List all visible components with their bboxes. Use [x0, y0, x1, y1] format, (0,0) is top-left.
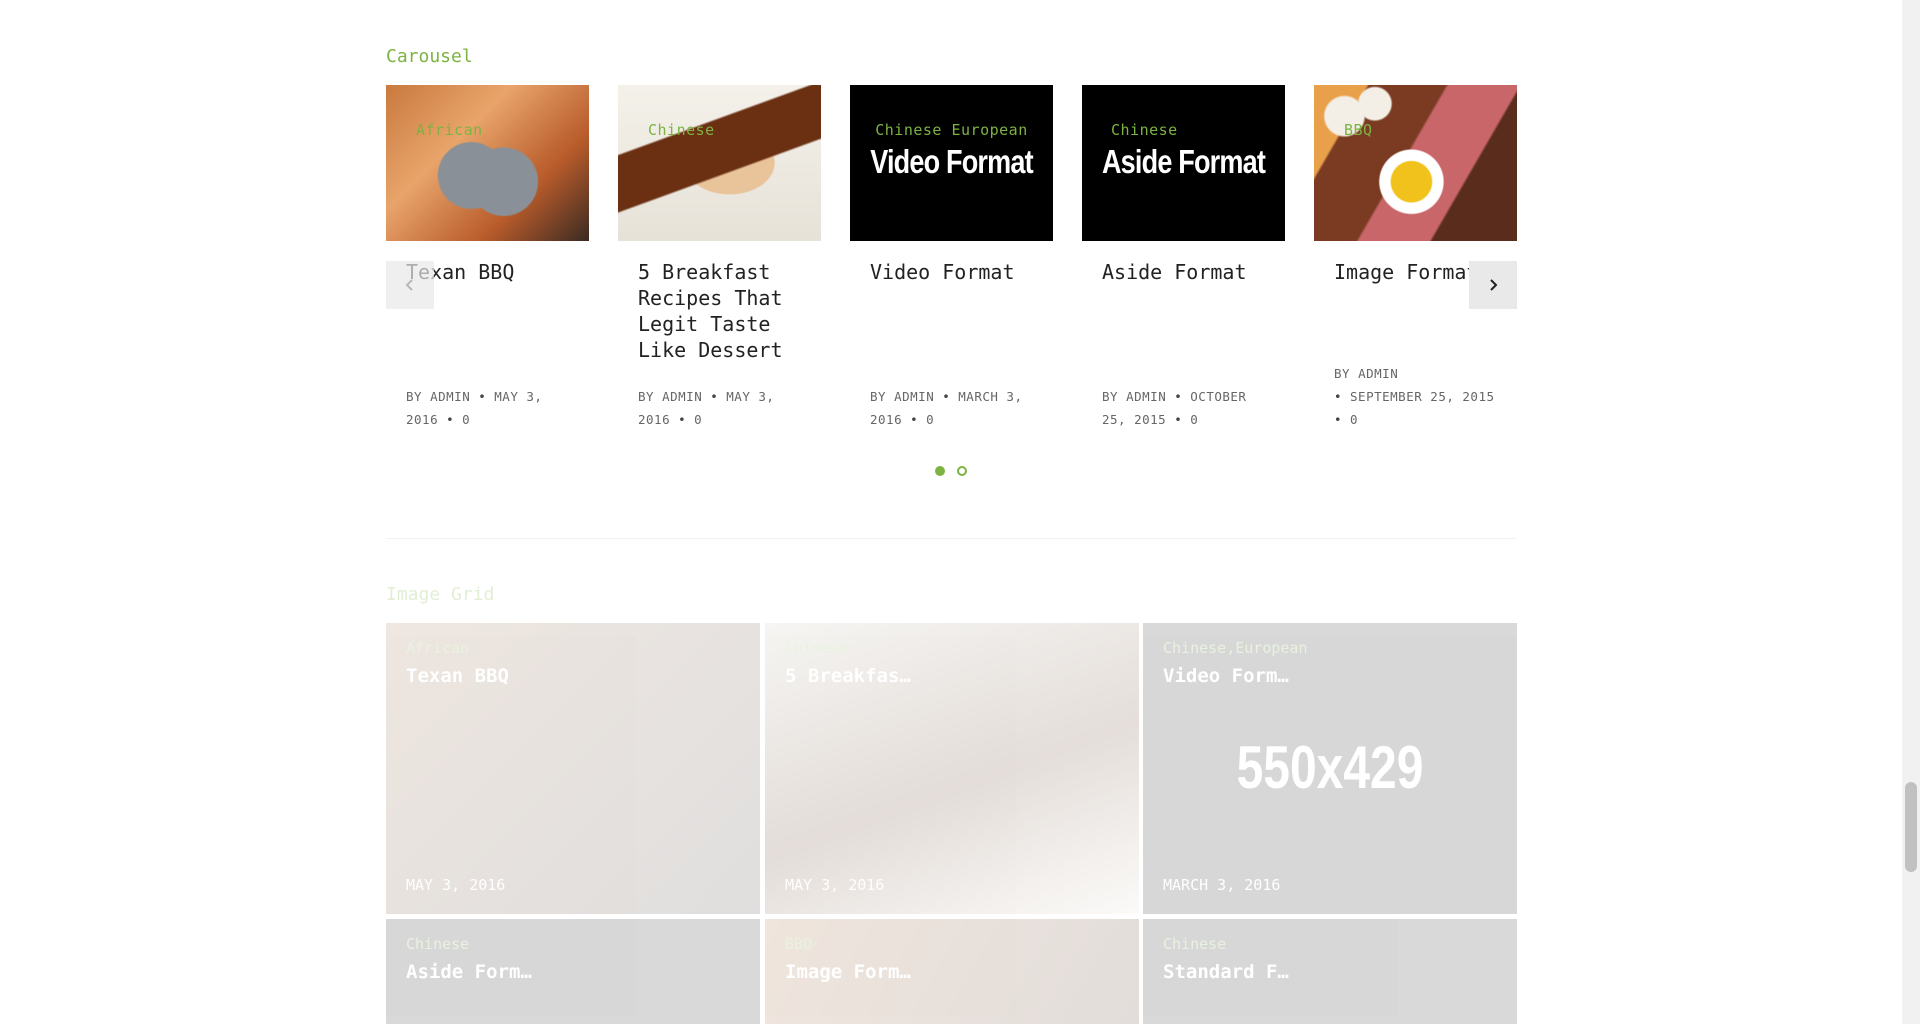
format-label: Video Format	[870, 143, 1033, 180]
tile-title[interactable]: Video Form…	[1163, 665, 1289, 687]
post-category[interactable]: Chinese	[1111, 121, 1285, 139]
post-category[interactable]: African	[416, 121, 589, 139]
tile-title[interactable]: Aside Form…	[406, 961, 532, 983]
carousel-card[interactable]: Chinese 5 Breakfast Recipes That Legit T…	[618, 85, 821, 427]
comment-count[interactable]: 0	[462, 412, 470, 427]
grid-tile[interactable]: African Texan BBQ MAY 3, 2016	[386, 623, 760, 914]
tile-category[interactable]: Chinese	[1163, 935, 1226, 953]
post-title[interactable]: 5 Breakfast Recipes That Legit Taste Lik…	[638, 259, 801, 363]
scrollbar-thumb[interactable]	[1905, 782, 1917, 872]
post-author[interactable]: ADMIN	[1358, 366, 1398, 381]
post-date[interactable]: SEPTEMBER 25, 2015	[1350, 389, 1494, 404]
grid-tile[interactable]: Chinese Aside Form…	[386, 919, 760, 1024]
post-date[interactable]: MAY 3, 2016	[638, 389, 774, 427]
comment-count[interactable]: 0	[926, 412, 934, 427]
section-divider	[386, 538, 1516, 539]
tile-title[interactable]: Standard F…	[1163, 961, 1289, 983]
carousel-card[interactable]: African Texan BBQ BY ADMIN • MAY 3, 2016 • 0	[386, 85, 589, 427]
carousel-next-button[interactable]	[1469, 261, 1517, 309]
grid-tile[interactable]: Chinese Standard F…	[1143, 919, 1517, 1024]
grid-tile[interactable]: Chinese,European Video Form… 550x429 MAR…	[1143, 623, 1517, 914]
post-thumbnail[interactable]: Chinese Aside Format	[1082, 85, 1285, 241]
post-thumbnail[interactable]: BBQ	[1314, 85, 1517, 241]
format-label: Aside Format	[1101, 143, 1266, 180]
post-meta: BY ADMIN • MAY 3, 2016 • 0	[638, 389, 775, 427]
post-thumbnail[interactable]: Chinese European Video Format	[850, 85, 1053, 241]
tile-title[interactable]: 5 Breakfas…	[785, 665, 911, 687]
post-author[interactable]: ADMIN	[430, 389, 470, 404]
post-title[interactable]: Aside Format	[1102, 259, 1265, 285]
post-title[interactable]: Video Format	[870, 259, 1033, 285]
tile-category[interactable]: BBQ	[785, 935, 812, 953]
post-thumbnail[interactable]: African	[386, 85, 589, 241]
post-category[interactable]: Chinese	[648, 121, 821, 139]
comment-count[interactable]: 0	[1190, 412, 1198, 427]
grid-tile[interactable]: BBQ Image Form…	[765, 919, 1139, 1024]
tile-title[interactable]: Image Form…	[785, 961, 911, 983]
placeholder-label: 550x429	[1236, 734, 1424, 801]
tile-date: MAY 3, 2016	[406, 876, 506, 894]
post-author[interactable]: ADMIN	[894, 389, 934, 404]
carousel-dot-2[interactable]	[957, 466, 967, 476]
post-thumbnail[interactable]: Chinese	[618, 85, 821, 241]
comment-count[interactable]: 0	[1350, 412, 1358, 427]
post-category[interactable]: BBQ	[1344, 121, 1517, 139]
tile-category[interactable]: African	[406, 639, 469, 657]
carousel-card[interactable]: BBQ Image Format BY ADMIN • SEPTEMBER 25, …	[1314, 85, 1517, 427]
post-meta: BY ADMIN • MAY 3, 2016 • 0	[406, 389, 543, 427]
carousel-card[interactable]: Chinese European Video Format Video Form…	[850, 85, 1053, 427]
carousel-prev-button[interactable]	[386, 261, 434, 309]
post-meta: BY ADMIN • SEPTEMBER 25, 2015 • 0	[1334, 366, 1495, 427]
tile-category[interactable]: Chinese	[785, 639, 848, 657]
post-date[interactable]: MAY 3, 2016	[406, 389, 542, 427]
comment-count[interactable]: 0	[694, 412, 702, 427]
tile-category[interactable]: Chinese,European	[1163, 639, 1308, 657]
tile-date: MARCH 3, 2016	[1163, 876, 1281, 894]
carousel-section-title: Carousel	[386, 46, 473, 67]
tile-title[interactable]: Texan BBQ	[406, 665, 509, 687]
tile-category[interactable]: Chinese	[406, 935, 469, 953]
grid-tile[interactable]: Chinese 5 Breakfas… MAY 3, 2016	[765, 623, 1139, 914]
chevron-right-icon	[1490, 279, 1498, 291]
carousel-dot-1[interactable]	[935, 466, 945, 476]
post-author[interactable]: ADMIN	[662, 389, 702, 404]
tile-date: MAY 3, 2016	[785, 876, 885, 894]
post-category[interactable]: Chinese European	[850, 121, 1053, 139]
chevron-left-icon	[405, 279, 413, 291]
image-grid-section-title: Image Grid	[386, 584, 495, 605]
carousel-card[interactable]: Chinese Aside Format Aside Format BY ADM…	[1082, 85, 1285, 427]
post-meta: BY ADMIN • OCTOBER 25, 2015 • 0	[1102, 389, 1247, 427]
post-meta: BY ADMIN • MARCH 3, 2016 • 0	[870, 389, 1023, 427]
post-author[interactable]: ADMIN	[1126, 389, 1166, 404]
